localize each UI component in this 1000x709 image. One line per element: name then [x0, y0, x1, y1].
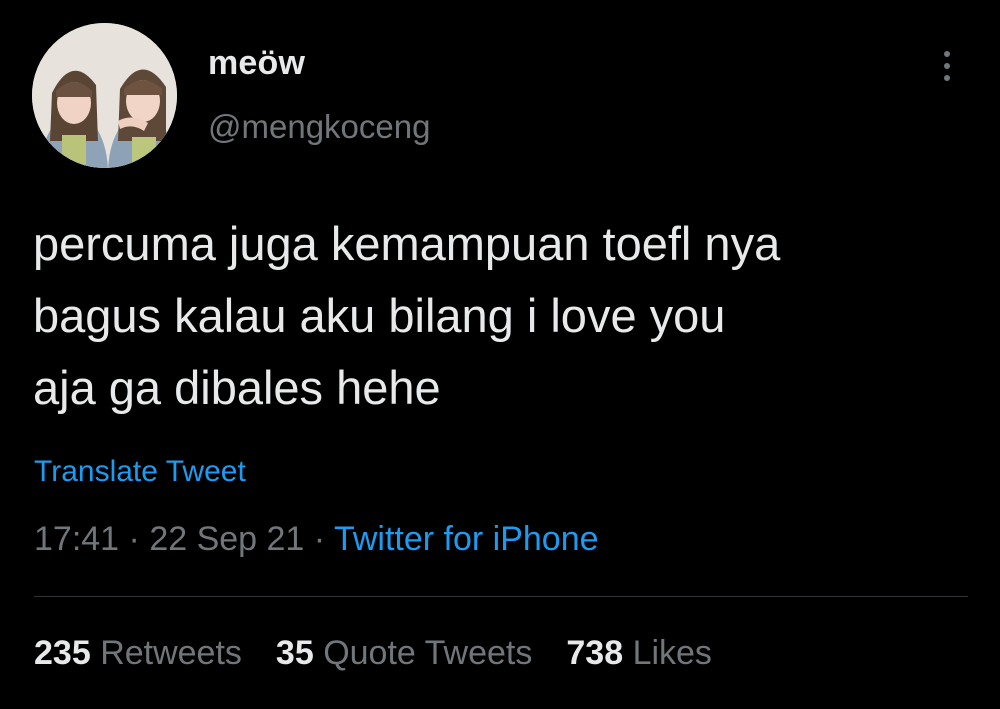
- retweets-label: Retweets: [100, 634, 242, 672]
- likes-label: Likes: [632, 634, 712, 672]
- tweet-source-link[interactable]: Twitter for iPhone: [334, 520, 599, 558]
- meta-separator: ·: [304, 520, 334, 558]
- likes-count: 738: [566, 634, 624, 672]
- tweet-text: percuma juga kemampuan toefl nya bagus k…: [33, 217, 781, 414]
- translate-tweet-link[interactable]: Translate Tweet: [34, 455, 246, 489]
- retweets-stat[interactable]: 235 Retweets: [34, 634, 242, 673]
- display-name[interactable]: meöw: [208, 44, 305, 83]
- tweet-stats: 235 Retweets 35 Quote Tweets 738 Likes: [34, 634, 712, 673]
- divider: [34, 596, 968, 597]
- tweet-time[interactable]: 17:41: [34, 520, 119, 558]
- avatar[interactable]: [32, 23, 177, 168]
- more-options-button[interactable]: [930, 44, 964, 88]
- tweet-metadata: 17:41 · 22 Sep 21 · Twitter for iPhone: [34, 520, 599, 559]
- quote-tweets-stat[interactable]: 35 Quote Tweets: [276, 634, 532, 673]
- quote-tweets-count: 35: [275, 634, 314, 672]
- retweets-count: 235: [34, 634, 91, 672]
- meta-separator: ·: [119, 520, 150, 558]
- more-dot-icon: [944, 51, 950, 57]
- likes-stat[interactable]: 738 Likes: [566, 634, 712, 673]
- tweet-date[interactable]: 22 Sep 21: [149, 520, 304, 558]
- profile-photo-avatar: [32, 23, 177, 168]
- user-handle[interactable]: @mengkoceng: [208, 108, 430, 146]
- more-dot-icon: [944, 63, 950, 69]
- more-dot-icon: [944, 75, 950, 81]
- quote-tweets-label: Quote Tweets: [323, 634, 533, 672]
